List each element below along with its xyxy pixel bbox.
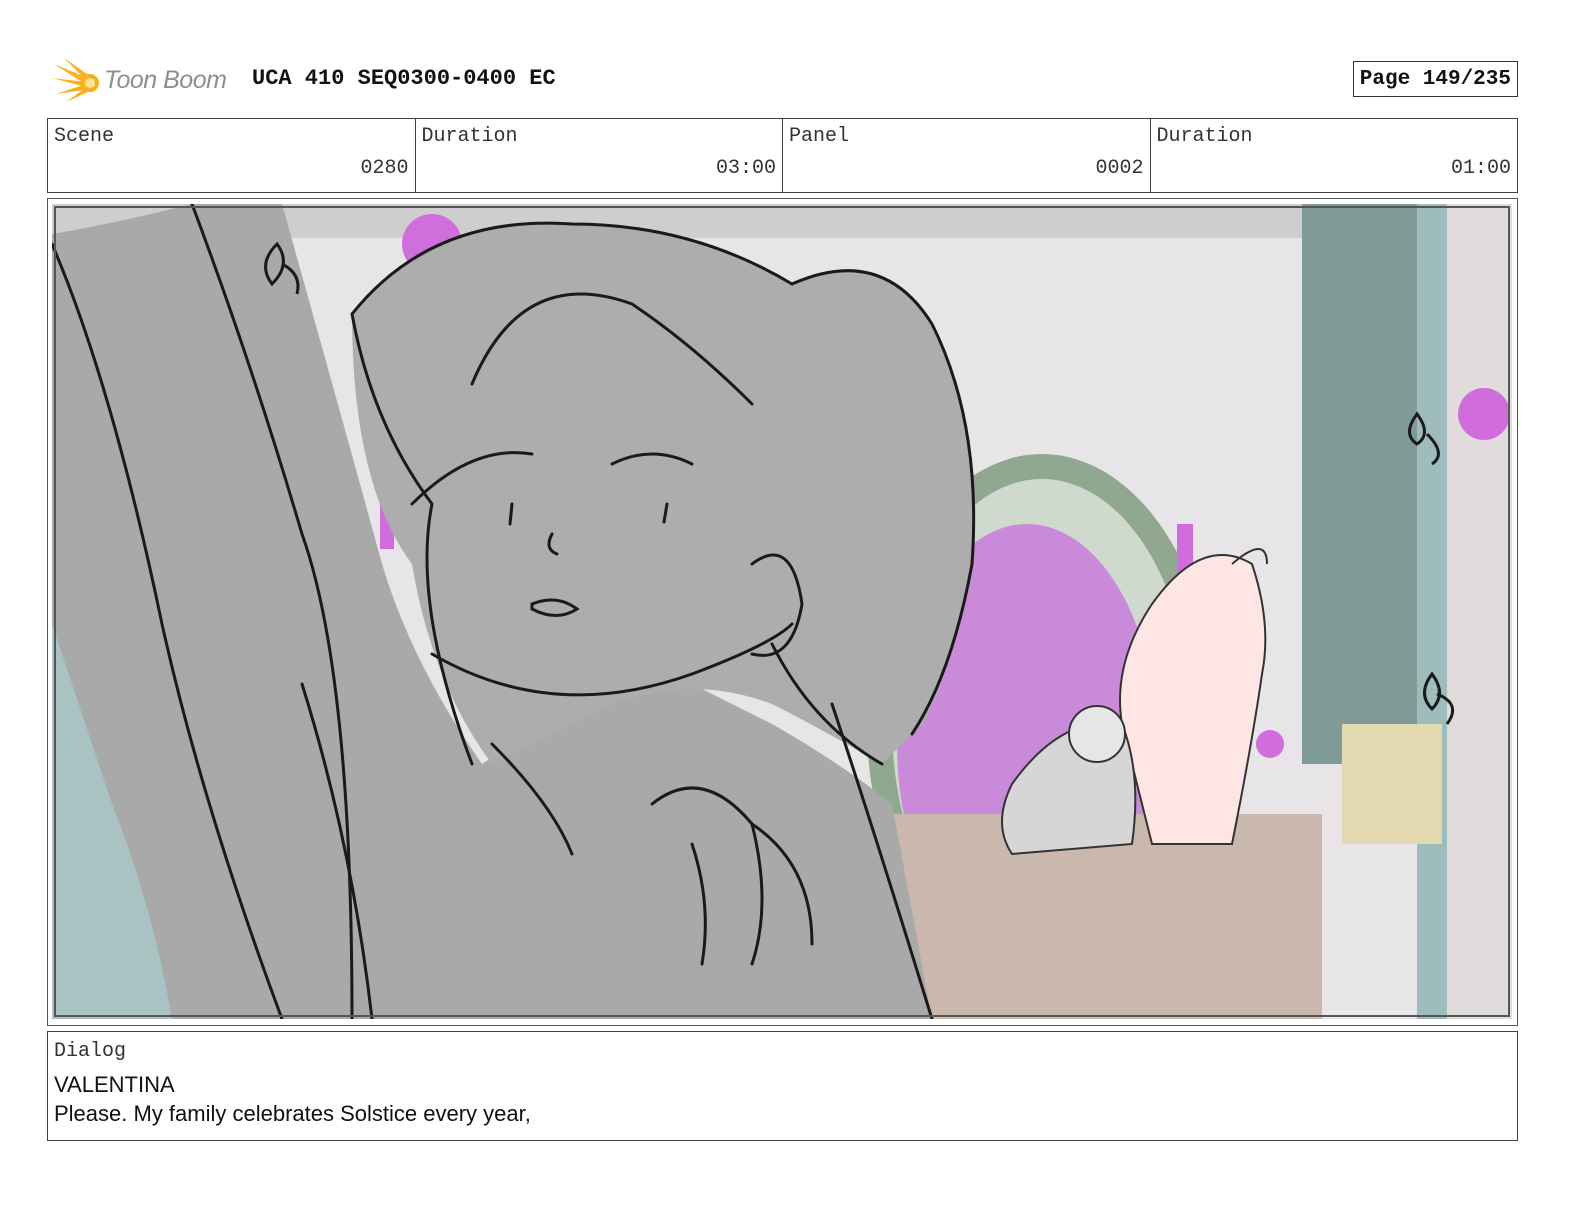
dialog-line: Please. My family celebrates Solstice ev… — [54, 1101, 531, 1126]
page-number: Page 149/235 — [1359, 67, 1511, 91]
page-header: Toon Boom UCA 410 SEQ0300-0400 EC Page 1… — [52, 56, 1518, 104]
logo-text: Toon Boom — [104, 66, 227, 94]
panel-value: 0002 — [1095, 157, 1144, 180]
scene-value: 0280 — [360, 157, 409, 180]
panel-duration-label: Duration — [1156, 125, 1253, 148]
scene-duration-label: Duration — [421, 125, 518, 148]
scene-duration-cell: Duration 03:00 — [416, 119, 783, 192]
starburst-icon — [52, 58, 99, 102]
toon-boom-logo: Toon Boom — [52, 56, 242, 104]
page-number-box: Page 149/235 — [1352, 61, 1518, 97]
document-title: UCA 410 SEQ0300-0400 EC — [252, 66, 556, 91]
storyboard-sketch — [52, 204, 1512, 1019]
dialog-speaker: VALENTINA — [54, 1072, 175, 1097]
panel-duration-cell: Duration 01:00 — [1151, 119, 1518, 192]
storyboard-panel-image — [52, 204, 1512, 1019]
panel-duration-value: 01:00 — [1450, 157, 1511, 180]
dialog-label: Dialog — [54, 1040, 127, 1063]
scene-duration-value: 03:00 — [715, 157, 776, 180]
scene-cell: Scene 0280 — [48, 119, 416, 192]
storyboard-panel-frame — [47, 198, 1518, 1026]
panel-label: Panel — [789, 125, 850, 148]
scene-info-table: Scene 0280 Duration 03:00 Panel 0002 Dur… — [47, 118, 1518, 193]
panel-cell: Panel 0002 — [783, 119, 1151, 192]
scene-label: Scene — [54, 125, 115, 148]
dialog-box: Dialog VALENTINA Please. My family celeb… — [47, 1031, 1518, 1141]
